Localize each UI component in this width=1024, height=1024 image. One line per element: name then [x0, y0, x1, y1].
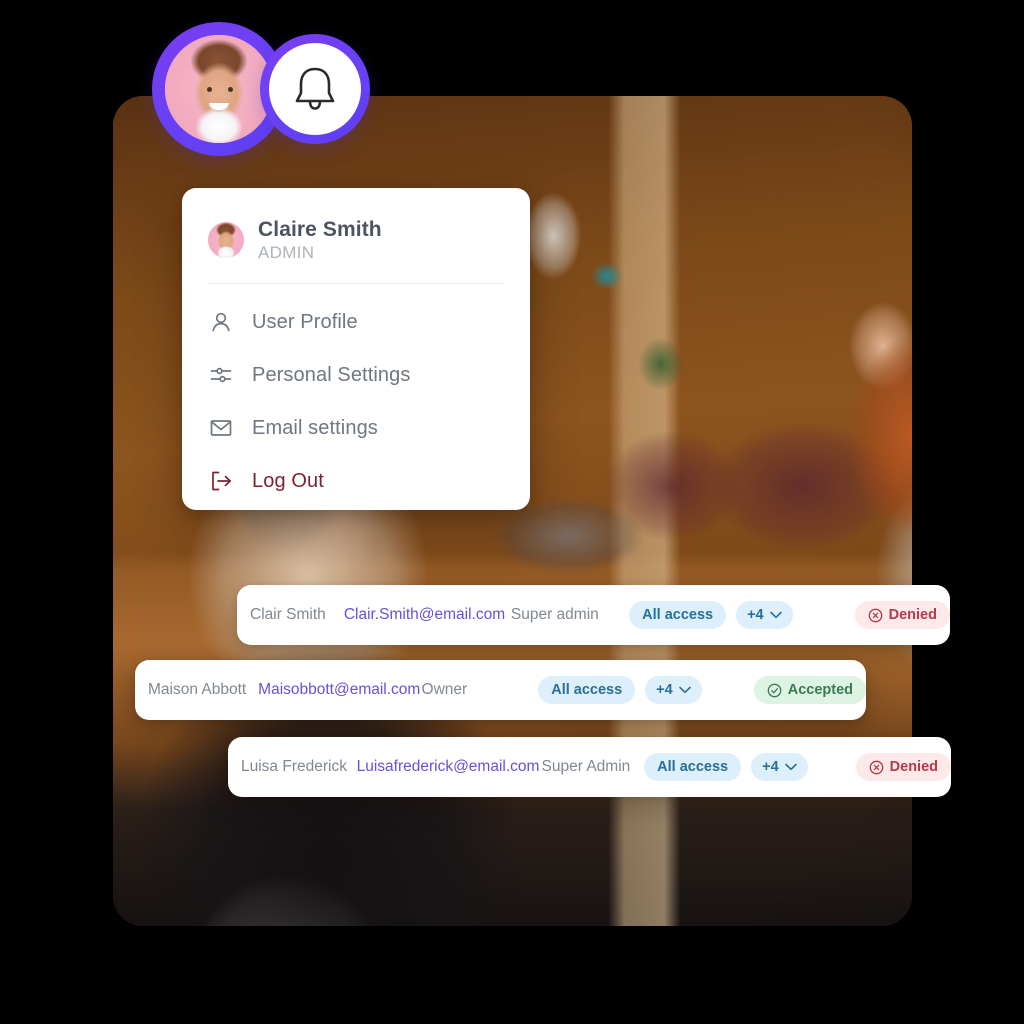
- screenshot-stage: Claire Smith ADMIN User Profile Personal…: [0, 0, 1024, 1024]
- more-access-dropdown[interactable]: +4: [751, 753, 808, 781]
- circle-check-icon: [767, 683, 782, 697]
- menu-item-log-out[interactable]: Log Out: [182, 455, 530, 508]
- row-user-role: Super admin: [510, 606, 599, 623]
- more-access-label: +4: [747, 607, 764, 623]
- menu-item-label: Personal Settings: [252, 363, 411, 386]
- chevron-down-icon: [784, 763, 797, 771]
- avatar-face-art: [208, 222, 244, 259]
- table-row[interactable]: Maison Abbott Maisobbott@email.com Owner…: [135, 660, 866, 720]
- row-user-name: Luisa Frederick: [241, 758, 347, 775]
- avatar-photo-icon: [165, 35, 273, 143]
- circle-x-icon: [868, 608, 882, 622]
- menu-item-personal-settings[interactable]: Personal Settings: [182, 349, 530, 402]
- circle-x-icon: [869, 760, 883, 774]
- access-badge[interactable]: All access: [538, 676, 636, 704]
- profile-user-name: Claire Smith: [258, 218, 382, 241]
- logout-icon: [208, 468, 234, 494]
- row-user-email[interactable]: Clair.Smith@email.com: [344, 606, 511, 624]
- profile-user-role: ADMIN: [258, 243, 315, 263]
- avatar-smile: [209, 103, 229, 112]
- row-user-email[interactable]: Maisobbott@email.com: [258, 681, 421, 699]
- status-label: Accepted: [787, 682, 853, 698]
- status-label: Denied: [888, 607, 937, 623]
- profile-menu-list: User Profile Personal Settings Email set…: [182, 284, 530, 508]
- status-badge: Denied: [855, 753, 951, 781]
- menu-item-label: User Profile: [252, 310, 358, 333]
- profile-header: Claire Smith ADMIN: [182, 188, 530, 263]
- more-access-label: +4: [656, 682, 673, 698]
- table-row[interactable]: Luisa Frederick Luisafrederick@email.com…: [228, 737, 951, 797]
- row-user-email[interactable]: Luisafrederick@email.com: [357, 758, 542, 776]
- top-badge-group: [152, 22, 384, 156]
- menu-item-user-profile[interactable]: User Profile: [182, 296, 530, 349]
- menu-item-label: Email settings: [252, 416, 378, 439]
- bell-icon: [295, 67, 335, 110]
- envelope-icon: [208, 415, 234, 441]
- profile-identity: Claire Smith ADMIN: [258, 218, 382, 263]
- user-icon: [208, 309, 234, 335]
- more-access-dropdown[interactable]: +4: [736, 601, 793, 629]
- avatar-eye-left: [207, 87, 212, 92]
- profile-dropdown-card: Claire Smith ADMIN User Profile Personal…: [182, 188, 530, 510]
- more-access-dropdown[interactable]: +4: [645, 676, 702, 704]
- avatar-face-art: [165, 35, 273, 143]
- sliders-icon: [208, 362, 234, 388]
- row-user-name: Clair Smith: [250, 606, 326, 623]
- more-access-label: +4: [762, 759, 779, 775]
- menu-item-label: Log Out: [252, 469, 324, 492]
- notification-badge[interactable]: [260, 34, 370, 144]
- row-user-name: Maison Abbott: [148, 681, 247, 698]
- menu-item-email-settings[interactable]: Email settings: [182, 402, 530, 455]
- chevron-down-icon: [678, 686, 691, 694]
- avatar-eye-right: [228, 87, 233, 92]
- status-label: Denied: [889, 759, 938, 775]
- access-badge[interactable]: All access: [629, 601, 727, 629]
- row-user-role: Super Admin: [541, 758, 631, 775]
- table-row[interactable]: Clair Smith Clair.Smith@email.com Super …: [237, 585, 950, 645]
- status-badge: Accepted: [753, 676, 866, 704]
- avatar-photo-icon: [208, 222, 244, 259]
- status-badge: Denied: [854, 601, 950, 629]
- chevron-down-icon: [769, 611, 782, 619]
- notification-badge-inner: [269, 43, 361, 135]
- row-user-role: Owner: [421, 681, 468, 698]
- access-badge[interactable]: All access: [644, 753, 742, 781]
